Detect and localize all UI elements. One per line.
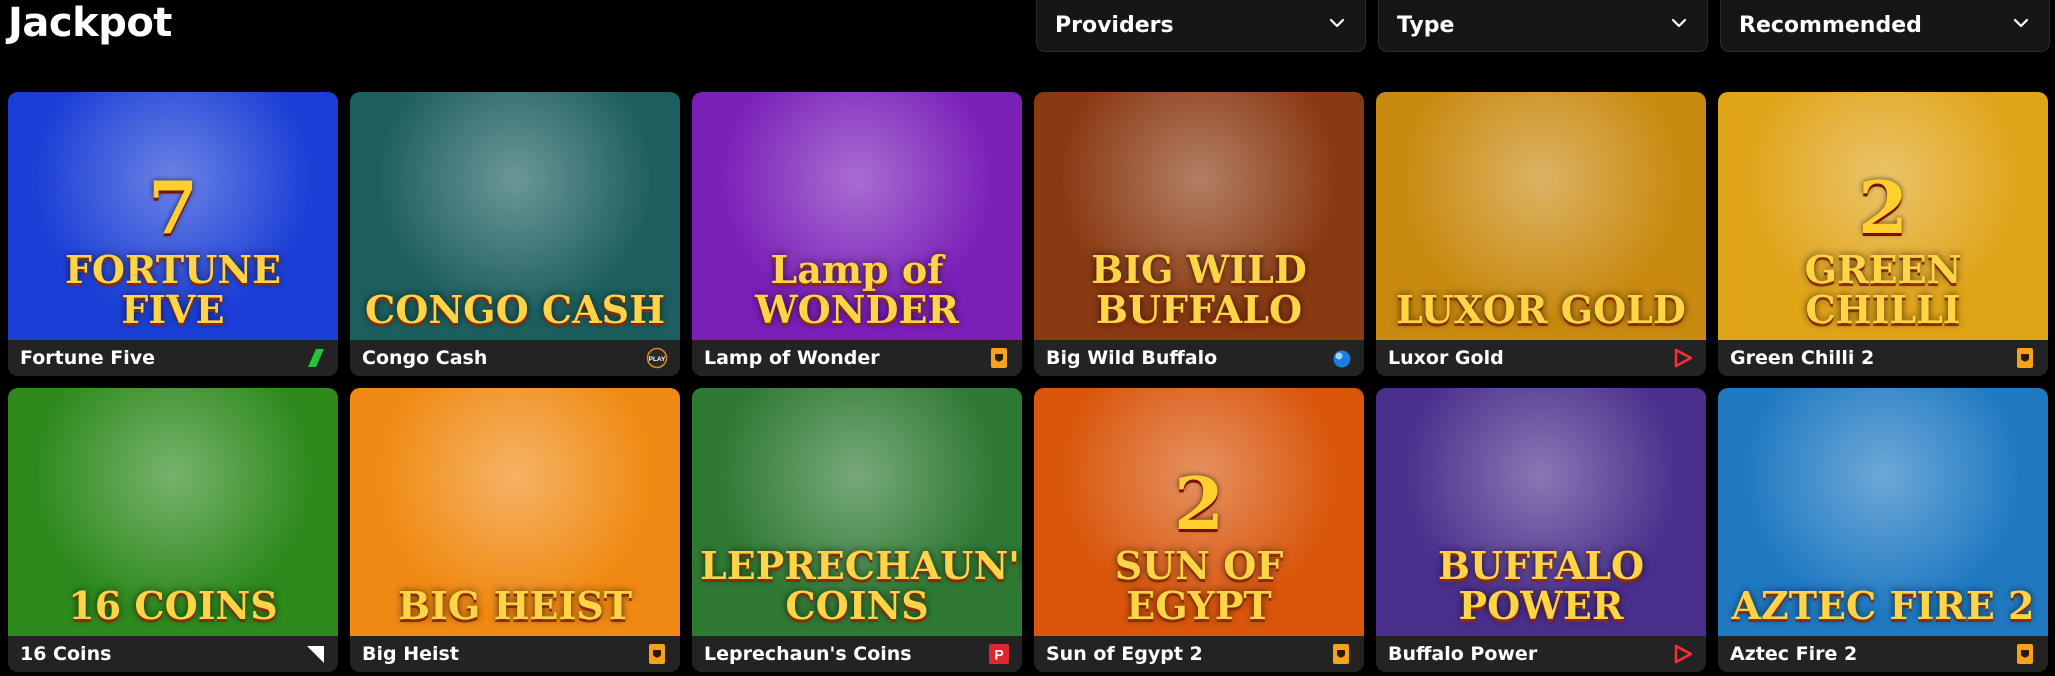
- game-caption: Big Heist: [350, 636, 680, 672]
- game-caption: Green Chilli 2: [1718, 340, 2048, 376]
- game-thumbnail-title: 16 COINS: [68, 583, 278, 628]
- game-thumbnail-title: AZTEC FIRE 2: [1731, 583, 2035, 628]
- game-card-16-coins[interactable]: 16 COINS 16 Coins: [8, 388, 338, 672]
- game-name: Buffalo Power: [1388, 643, 1538, 665]
- orange-shield-icon: [2014, 347, 2036, 369]
- game-name: Big Heist: [362, 643, 459, 665]
- svg-text:PLAY: PLAY: [649, 356, 666, 363]
- orange-shield-icon: [988, 347, 1010, 369]
- game-name: Aztec Fire 2: [1730, 643, 1858, 665]
- game-name: Luxor Gold: [1388, 347, 1504, 369]
- game-card-aztec-fire-2[interactable]: AZTEC FIRE 2 Aztec Fire 2: [1718, 388, 2048, 672]
- type-dropdown[interactable]: Type: [1378, 0, 1708, 52]
- white-corner-icon: [304, 643, 326, 665]
- game-card-congo-cash[interactable]: CONGO CASH Congo Cash PLAY: [350, 92, 680, 376]
- chevron-down-icon: [2011, 13, 2031, 39]
- play-circle-icon: PLAY: [646, 347, 668, 369]
- game-thumbnail-number: 2: [1857, 165, 1909, 250]
- game-thumbnail: BIG HEIST: [350, 388, 680, 636]
- red-play-icon: [1672, 643, 1694, 665]
- game-thumbnail: AZTEC FIRE 2: [1718, 388, 2048, 636]
- game-card-luxor-gold[interactable]: LUXOR GOLD Luxor Gold: [1376, 92, 1706, 376]
- game-caption: Congo Cash PLAY: [350, 340, 680, 376]
- green-slash-icon: [304, 347, 326, 369]
- type-dropdown-label: Type: [1397, 13, 1455, 38]
- game-caption: Fortune Five: [8, 340, 338, 376]
- game-caption: Aztec Fire 2: [1718, 636, 2048, 672]
- game-thumbnail: 2 GREEN CHILLI: [1718, 92, 2048, 340]
- game-thumbnail: CONGO CASH: [350, 92, 680, 340]
- svg-text:P: P: [994, 647, 1003, 663]
- game-card-buffalo-power[interactable]: BUFFALO POWER Buffalo Power: [1376, 388, 1706, 672]
- game-card-big-heist[interactable]: BIG HEIST Big Heist: [350, 388, 680, 672]
- chevron-down-icon: [1669, 13, 1689, 39]
- game-caption: Luxor Gold: [1376, 340, 1706, 376]
- game-thumbnail-title: LEPRECHAUN'S COINS: [700, 543, 1022, 628]
- game-name: Leprechaun's Coins: [704, 643, 912, 665]
- game-name: Lamp of Wonder: [704, 347, 880, 369]
- orange-shield-icon: [646, 643, 668, 665]
- game-card-green-chilli-2[interactable]: 2 GREEN CHILLI Green Chilli 2: [1718, 92, 2048, 376]
- game-thumbnail-title: GREEN CHILLI: [1804, 247, 1962, 332]
- game-name: Congo Cash: [362, 347, 488, 369]
- sort-dropdown[interactable]: Recommended: [1720, 0, 2050, 52]
- chevron-down-icon: [1327, 13, 1347, 39]
- game-caption: 16 Coins: [8, 636, 338, 672]
- game-name: Fortune Five: [20, 347, 156, 369]
- game-thumbnail-title: BIG HEIST: [398, 583, 632, 628]
- game-thumbnail: 16 COINS: [8, 388, 338, 636]
- game-thumbnail-title: LUXOR GOLD: [1396, 287, 1686, 332]
- game-card-big-wild-buffalo[interactable]: BIG WILD BUFFALO Big Wild Buffalo: [1034, 92, 1364, 376]
- game-caption: Leprechaun's Coins P: [692, 636, 1022, 672]
- game-name: Big Wild Buffalo: [1046, 347, 1218, 369]
- game-card-fortune-five[interactable]: 7 FORTUNE FIVE Fortune Five: [8, 92, 338, 376]
- game-card-sun-of-egypt-2[interactable]: 2 SUN OF EGYPT Sun of Egypt 2: [1034, 388, 1364, 672]
- game-thumbnail-number: 7: [147, 165, 199, 250]
- game-thumbnail-title: CONGO CASH: [365, 287, 665, 332]
- game-name: Green Chilli 2: [1730, 347, 1875, 369]
- game-caption: Lamp of Wonder: [692, 340, 1022, 376]
- game-thumbnail-title: FORTUNE FIVE: [64, 247, 282, 332]
- blue-drop-icon: [1330, 347, 1352, 369]
- providers-dropdown-label: Providers: [1055, 13, 1174, 38]
- sort-dropdown-label: Recommended: [1739, 13, 1922, 38]
- page-title: Jackpot: [8, 0, 172, 46]
- red-p-icon: P: [988, 643, 1010, 665]
- game-thumbnail: 2 SUN OF EGYPT: [1034, 388, 1364, 636]
- game-card-lamp-of-wonder[interactable]: Lamp of WONDER Lamp of Wonder: [692, 92, 1022, 376]
- game-thumbnail: LEPRECHAUN'S COINS: [692, 388, 1022, 636]
- orange-shield-icon: [1330, 643, 1352, 665]
- game-thumbnail-title: Lamp of WONDER: [754, 247, 959, 332]
- game-thumbnail: BIG WILD BUFFALO: [1034, 92, 1364, 340]
- game-name: Sun of Egypt 2: [1046, 643, 1203, 665]
- game-card-leprechaun-s-coins[interactable]: LEPRECHAUN'S COINS Leprechaun's Coins P: [692, 388, 1022, 672]
- game-thumbnail-number: 2: [1173, 461, 1225, 546]
- game-thumbnail-title: BUFFALO POWER: [1437, 543, 1645, 628]
- game-caption: Sun of Egypt 2: [1034, 636, 1364, 672]
- game-caption: Buffalo Power: [1376, 636, 1706, 672]
- game-thumbnail-title: SUN OF EGYPT: [1114, 543, 1284, 628]
- providers-dropdown[interactable]: Providers: [1036, 0, 1366, 52]
- game-name: 16 Coins: [20, 643, 112, 665]
- game-thumbnail-title: BIG WILD BUFFALO: [1091, 247, 1307, 332]
- game-thumbnail: Lamp of WONDER: [692, 92, 1022, 340]
- orange-shield-icon: [2014, 643, 2036, 665]
- game-thumbnail: BUFFALO POWER: [1376, 388, 1706, 636]
- red-play-icon: [1672, 347, 1694, 369]
- game-caption: Big Wild Buffalo: [1034, 340, 1364, 376]
- game-thumbnail: LUXOR GOLD: [1376, 92, 1706, 340]
- game-thumbnail: 7 FORTUNE FIVE: [8, 92, 338, 340]
